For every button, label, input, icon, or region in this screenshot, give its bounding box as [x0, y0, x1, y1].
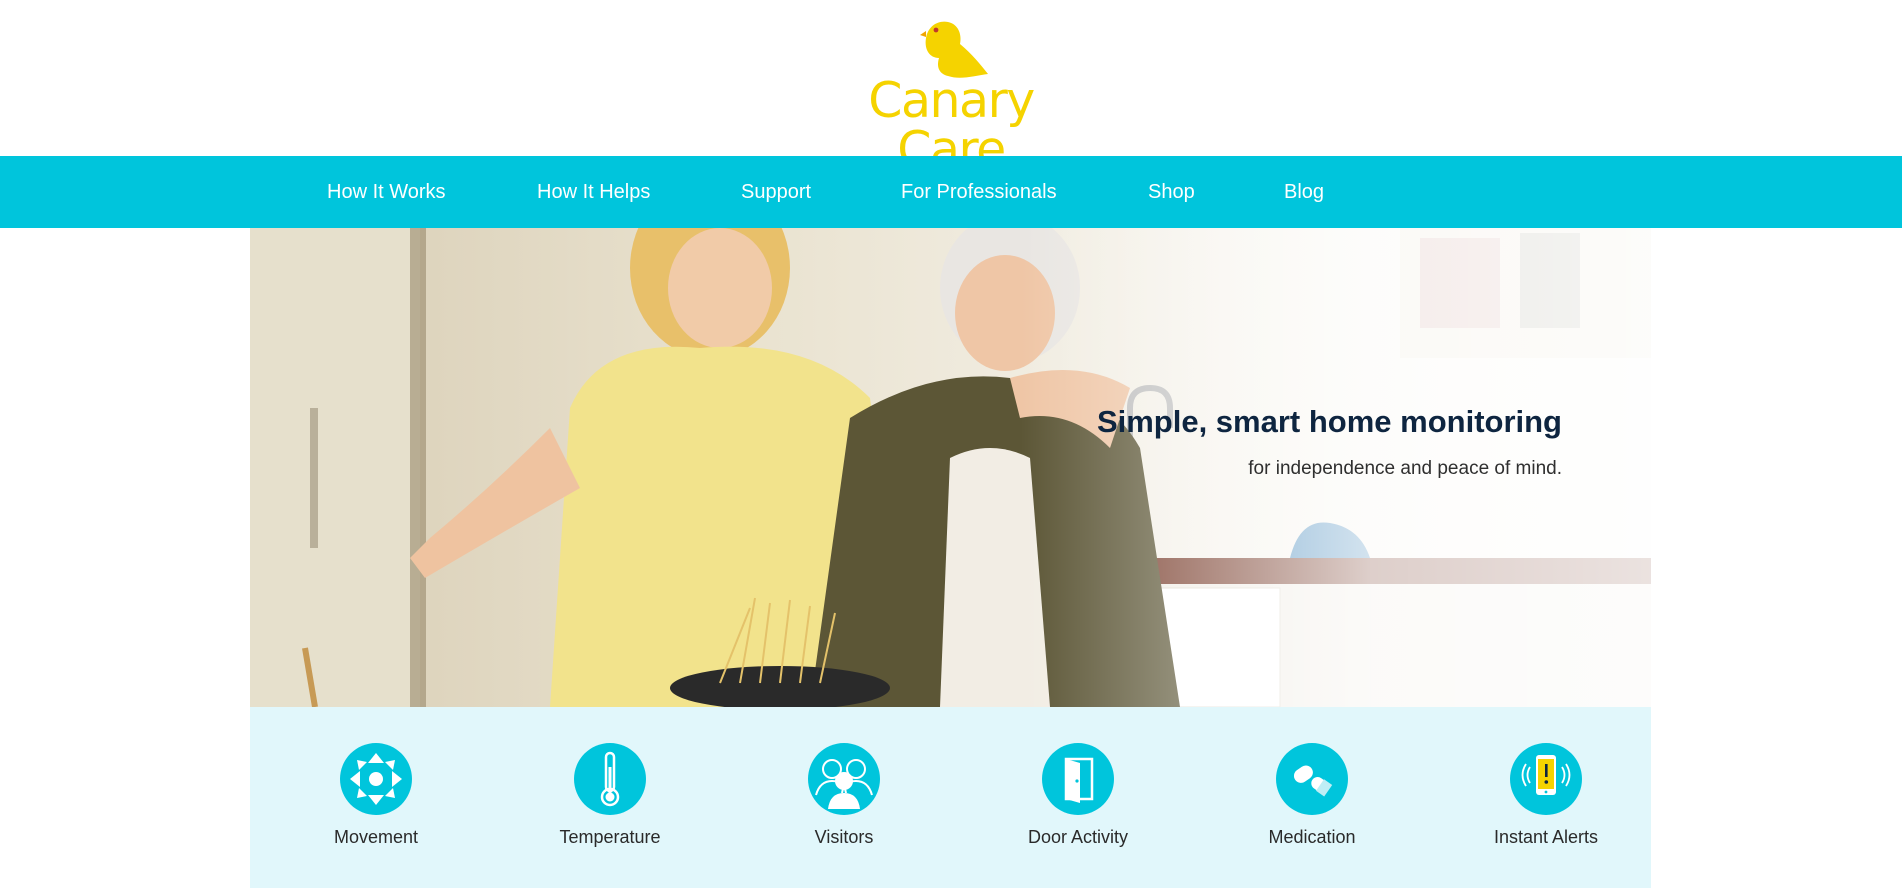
hero-title: Simple, smart home monitoring [1096, 404, 1562, 439]
thermometer-icon [574, 743, 646, 815]
hero-banner: Simple, smart home monitoring for indepe… [250, 228, 1651, 707]
feature-label-door-activity: Door Activity [1027, 827, 1129, 847]
canary-care-logo[interactable]: Canary Care [826, 18, 1076, 174]
feature-visitors[interactable]: Visitors [754, 743, 934, 863]
feature-door-activity[interactable]: Door Activity [988, 743, 1168, 863]
pills-icon [1276, 743, 1348, 815]
hero-subtitle: for independence and peace of mind. [1248, 458, 1562, 479]
feature-label-temperature: Temperature [559, 827, 661, 847]
feature-movement[interactable]: Movement [286, 743, 466, 863]
visitors-people-icon [808, 743, 880, 815]
nav-for-professionals[interactable]: For Professionals [901, 156, 1057, 228]
nav-shop[interactable]: Shop [1148, 156, 1195, 228]
feature-medication[interactable]: Medication [1222, 743, 1402, 863]
features-row: Movement Temperature Visitors Door Activ… [250, 707, 1651, 888]
nav-list: How It Works How It Helps Support For Pr… [0, 156, 1902, 228]
hero-copy: Simple, smart home monitoring for indepe… [1042, 404, 1562, 480]
feature-label-instant-alerts: Instant Alerts [1493, 827, 1599, 847]
open-door-icon [1042, 743, 1114, 815]
phone-alert-icon [1510, 743, 1582, 815]
feature-label-medication: Medication [1268, 827, 1356, 847]
nav-support[interactable]: Support [741, 156, 811, 228]
nav-blog[interactable]: Blog [1284, 156, 1324, 228]
feature-label-movement: Movement [333, 827, 419, 847]
site-header: Canary Care [0, 0, 1902, 174]
nav-how-it-works[interactable]: How It Works [327, 156, 446, 228]
movement-arrows-icon [340, 743, 412, 815]
feature-instant-alerts[interactable]: Instant Alerts [1456, 743, 1636, 863]
feature-temperature[interactable]: Temperature [520, 743, 700, 863]
nav-how-it-helps[interactable]: How It Helps [537, 156, 650, 228]
feature-label-visitors: Visitors [814, 827, 874, 847]
main-navigation: How It Works How It Helps Support For Pr… [0, 156, 1902, 228]
